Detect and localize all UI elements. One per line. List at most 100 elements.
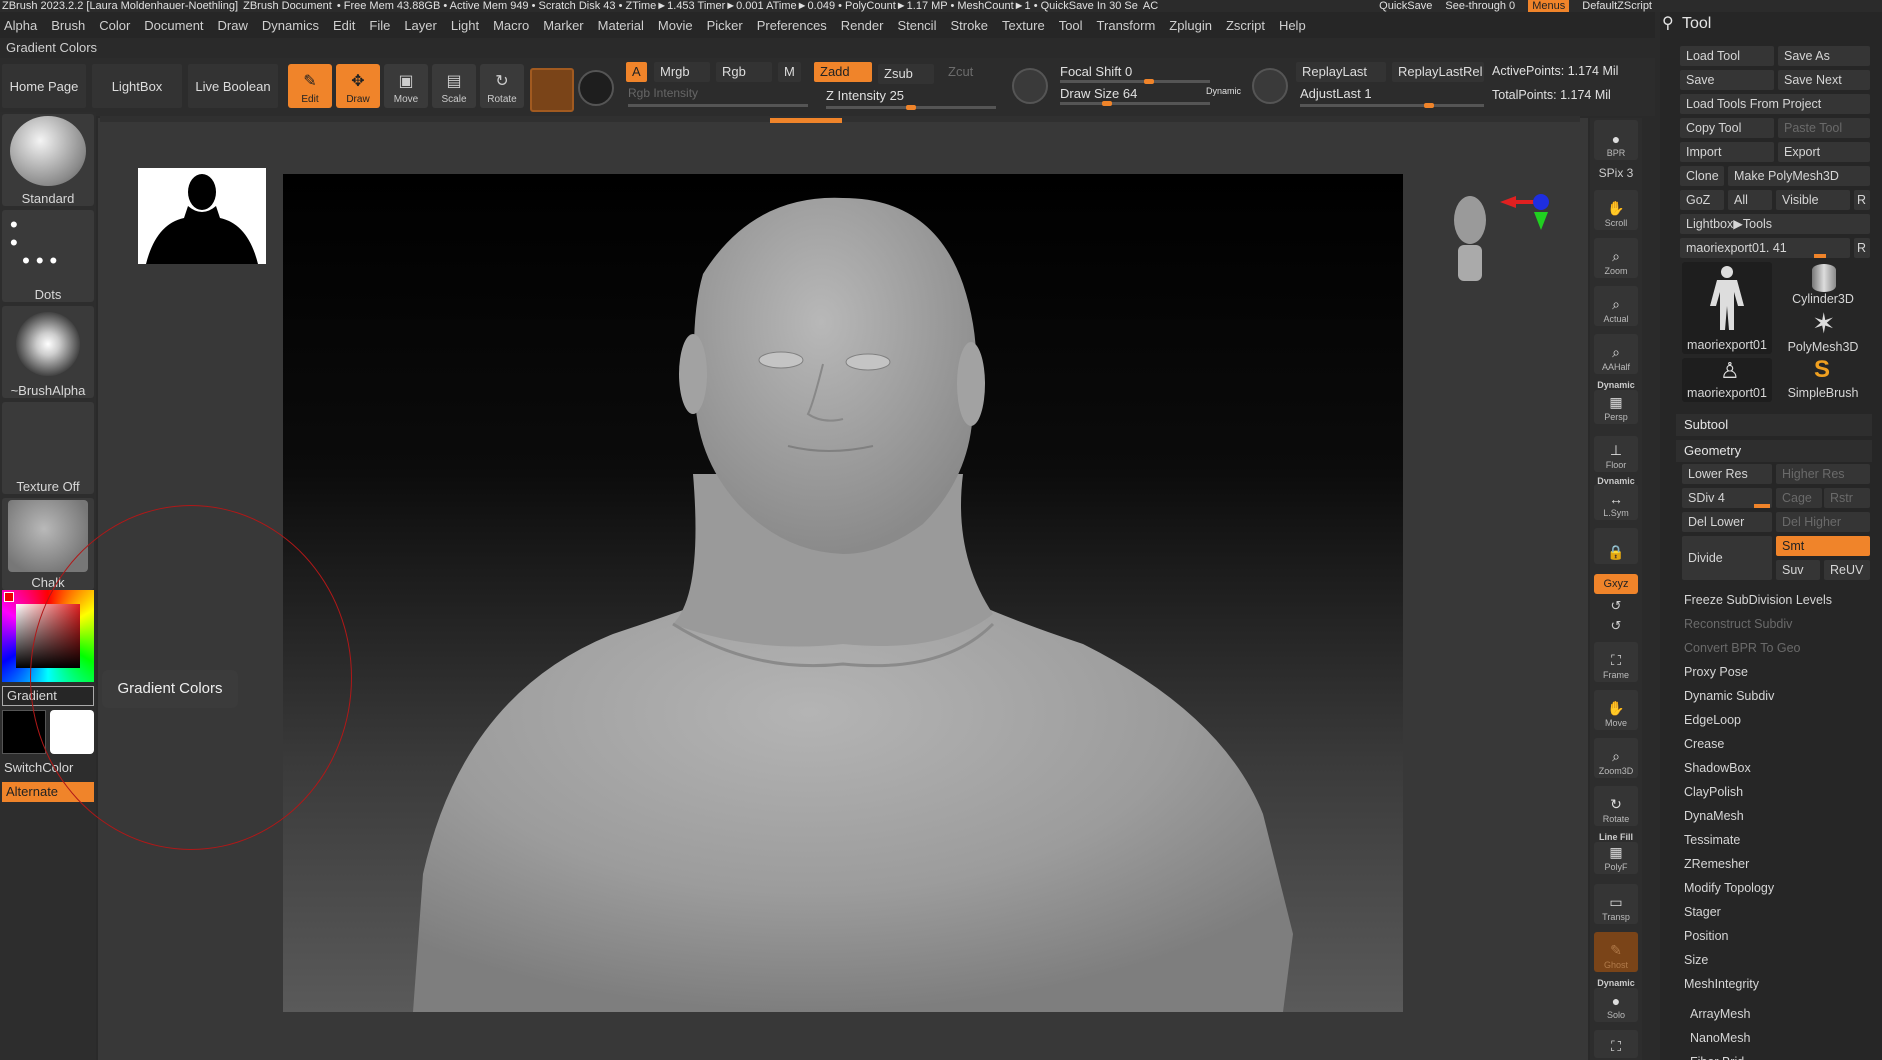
menu-zplugin[interactable]: Zplugin [1169,18,1212,33]
document-canvas[interactable] [283,174,1403,1012]
clone-button[interactable]: Clone [1680,166,1724,186]
geometry-section[interactable]: Geometry [1676,440,1872,462]
menu-texture[interactable]: Texture [1002,18,1045,33]
zcut-button[interactable]: Zcut [942,62,979,82]
menu-stencil[interactable]: Stencil [897,18,936,33]
adjust-last-slider[interactable]: AdjustLast 1 [1300,86,1372,101]
zadd-button[interactable]: Zadd [814,62,872,82]
paste-tool-button[interactable]: Paste Tool [1778,118,1870,138]
goz-r-button[interactable]: R [1854,190,1870,210]
navigation-thumbnail[interactable] [138,168,266,264]
d-circle-icon[interactable] [1252,68,1288,104]
bpr-button[interactable]: ● BPR [1594,120,1638,160]
zsub-button[interactable]: Zsub [878,64,934,84]
transp-button[interactable]: ▭ Transp [1594,884,1638,924]
import-button[interactable]: Import [1680,142,1774,162]
tool-thumb-maoriexport01[interactable]: maoriexport01 [1682,262,1772,354]
actual-button[interactable]: ⌕ Actual [1594,286,1638,326]
a-button[interactable]: A [626,62,647,82]
geometry-item-modify-topology[interactable]: Modify Topology [1684,878,1774,898]
solo-button[interactable]: ● Solo [1594,988,1638,1022]
stroke-selector[interactable]: • • ••• Dots [2,210,94,302]
y-rotate-icon[interactable]: ↺ [1594,598,1638,614]
cage-button[interactable]: Cage [1776,488,1822,508]
persp-button[interactable]: ▦ Persp [1594,390,1638,424]
smt-button[interactable]: Smt [1776,536,1870,556]
menu-stroke[interactable]: Stroke [950,18,988,33]
fibermesh-section[interactable]: Fiber Brid [1690,1052,1744,1060]
geometry-item-dynamesh[interactable]: DynaMesh [1684,806,1744,826]
spix-slider[interactable]: SPix 3 [1594,166,1638,180]
higher-res-button[interactable]: Higher Res [1776,464,1870,484]
geometry-item-stager[interactable]: Stager [1684,902,1721,922]
menu-picker[interactable]: Picker [707,18,743,33]
navigation-gizmo[interactable] [1440,190,1550,300]
menu-file[interactable]: File [369,18,390,33]
rotate-view-button[interactable]: ↻ Rotate [1594,786,1638,826]
draw-size-knob[interactable] [1102,101,1112,106]
z-intensity-slider[interactable]: Z Intensity 25 [826,88,904,103]
nanomesh-section[interactable]: NanoMesh [1690,1028,1750,1048]
menu-transform[interactable]: Transform [1097,18,1156,33]
menu-marker[interactable]: Marker [543,18,583,33]
menu-alpha[interactable]: Alpha [4,18,37,33]
replay-last-button[interactable]: ReplayLast [1296,62,1386,82]
brush-selector[interactable]: Standard [2,114,94,206]
menu-light[interactable]: Light [451,18,479,33]
sdiv-slider-knob[interactable] [1754,504,1770,508]
home-page-button[interactable]: Home Page [2,64,86,108]
ghost-button[interactable]: ✎ Ghost [1594,932,1638,972]
frame-button[interactable]: ⛶ Frame [1594,642,1638,682]
tool-thumb-polymesh3d[interactable]: ✶ PolyMesh3D [1778,310,1868,356]
move-button[interactable]: ▣ Move [384,64,428,108]
tool-thumb-maoriexport01-small[interactable]: ♙ maoriexport01 [1682,358,1772,402]
polyf-button[interactable]: ▦ PolyF [1594,842,1638,874]
goz-button[interactable]: GoZ [1680,190,1724,210]
rstr-button[interactable]: Rstr [1824,488,1870,508]
save-as-button[interactable]: Save As [1778,46,1870,66]
aahalf-button[interactable]: ⌕ AAHalf [1594,334,1638,374]
geometry-item-zremesher[interactable]: ZRemesher [1684,854,1749,874]
current-tool-slider-knob[interactable] [1814,254,1826,258]
geometry-item-tessimate[interactable]: Tessimate [1684,830,1740,850]
rgb-intensity-slider[interactable]: Rgb Intensity [628,86,698,100]
quicksave-button[interactable]: QuickSave [1379,0,1432,12]
zoom3d-button[interactable]: ⌕ Zoom3D [1594,738,1638,778]
copy-tool-button[interactable]: Copy Tool [1680,118,1774,138]
rgb-intensity-track[interactable] [628,104,808,107]
human-bust-model[interactable] [283,174,1403,1012]
menu-draw[interactable]: Draw [218,18,248,33]
material-swatch-icon[interactable] [530,68,574,112]
del-lower-button[interactable]: Del Lower [1682,512,1772,532]
load-tools-from-project-button[interactable]: Load Tools From Project [1680,94,1870,114]
divide-button[interactable]: Divide [1682,536,1772,580]
adjust-last-knob[interactable] [1424,103,1434,108]
lock-button[interactable]: 🔒 [1594,528,1638,564]
xpose-button[interactable]: ⛶ [1594,1030,1638,1058]
menu-layer[interactable]: Layer [404,18,437,33]
geometry-item-crease[interactable]: Crease [1684,734,1724,754]
menu-movie[interactable]: Movie [658,18,693,33]
menu-brush[interactable]: Brush [51,18,85,33]
geometry-item-convert-bpr-to-geo[interactable]: Convert BPR To Geo [1684,638,1801,658]
geometry-item-dynamic-subdiv[interactable]: Dynamic Subdiv [1684,686,1774,706]
default-script[interactable]: DefaultZScript [1582,0,1652,12]
geometry-item-reconstruct-subdiv[interactable]: Reconstruct Subdiv [1684,614,1792,634]
geometry-item-edgeloop[interactable]: EdgeLoop [1684,710,1741,730]
lsym-button[interactable]: ↔ L.Sym [1594,484,1638,520]
adjust-last-track[interactable] [1300,104,1484,107]
geometry-item-position[interactable]: Position [1684,926,1728,946]
tool-thumb-simplebrush[interactable]: S SimpleBrush [1778,358,1868,402]
geometry-item-claypolish[interactable]: ClayPolish [1684,782,1743,802]
m-button[interactable]: M [778,62,801,82]
z-rotate-icon[interactable]: ↺ [1594,618,1638,634]
z-intensity-knob[interactable] [906,105,916,110]
see-through-slider[interactable]: See-through 0 [1445,0,1515,12]
tool-thumb-cylinder3d[interactable]: Cylinder3D [1778,262,1868,308]
focal-shift-knob[interactable] [1144,79,1154,84]
menu-tool[interactable]: Tool [1059,18,1083,33]
draw-size-slider[interactable]: Draw Size 64 [1060,86,1137,101]
menu-preferences[interactable]: Preferences [757,18,827,33]
xyz-button[interactable]: Gxyz [1594,574,1638,594]
arraymesh-section[interactable]: ArrayMesh [1690,1004,1750,1024]
